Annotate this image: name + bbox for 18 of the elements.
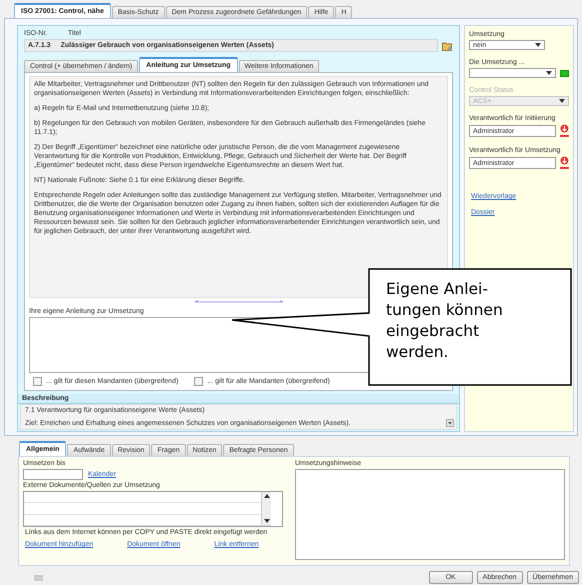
caret-icon: [559, 99, 565, 103]
grip-icon: [34, 574, 43, 580]
date-field[interactable]: [23, 469, 83, 480]
checkbox[interactable]: [194, 377, 204, 386]
scroll-up-icon[interactable]: [264, 494, 270, 498]
resize-handle-icon[interactable]: [194, 300, 284, 304]
callout-text: Eigene Anlei- tungen können eingebracht werden.: [386, 279, 503, 363]
caret-icon: [535, 43, 541, 47]
caret-icon: [546, 71, 552, 75]
checkbox[interactable]: [33, 377, 42, 386]
dropdown[interactable]: [469, 68, 556, 78]
scroll-icon[interactable]: [446, 419, 454, 427]
scroll-down-icon[interactable]: [264, 519, 270, 523]
notes-field[interactable]: [295, 469, 565, 560]
status-light-icon: [560, 70, 569, 76]
remove-icon[interactable]: [560, 124, 569, 138]
folder-icon[interactable]: [442, 40, 453, 50]
remove-icon[interactable]: [560, 156, 569, 170]
